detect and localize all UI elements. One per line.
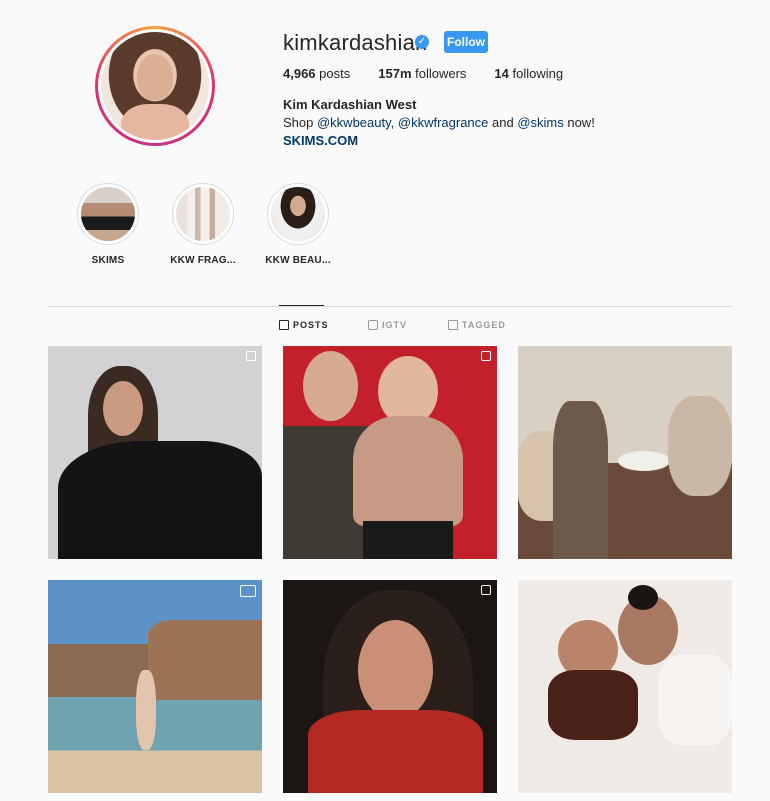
story-highlights: SKIMS KKW FRAG... KKW BEAU... bbox=[0, 183, 770, 273]
tab-posts[interactable]: POSTS bbox=[279, 320, 329, 330]
tagged-icon bbox=[448, 320, 458, 330]
follow-button[interactable]: Follow bbox=[444, 31, 488, 53]
carousel-icon bbox=[481, 351, 491, 361]
verified-badge-icon: ✓ bbox=[415, 35, 429, 49]
following-count[interactable]: 14 following bbox=[494, 66, 563, 81]
highlight-label: SKIMS bbox=[91, 255, 125, 266]
highlight-label: KKW FRAG... bbox=[170, 255, 236, 266]
tab-tagged[interactable]: TAGGED bbox=[448, 320, 506, 330]
posts-count: 4,966 posts bbox=[283, 66, 351, 81]
profile-stats: 4,966 posts 157m followers 14 following bbox=[283, 66, 591, 81]
grid-icon bbox=[279, 320, 289, 330]
profile-tabs: POSTS IGTV TAGGED bbox=[0, 320, 770, 334]
video-camera-icon bbox=[240, 585, 256, 597]
highlight-skims[interactable]: SKIMS bbox=[58, 183, 158, 266]
post-thumbnail[interactable] bbox=[518, 580, 732, 793]
followers-count[interactable]: 157m followers bbox=[378, 66, 466, 81]
website-link[interactable]: SKIMS.COM bbox=[283, 133, 358, 148]
carousel-icon bbox=[246, 351, 256, 361]
highlight-kkw-beauty[interactable]: KKW BEAU... bbox=[248, 183, 348, 266]
profile-avatar[interactable] bbox=[95, 26, 215, 146]
bio-text: Shop @kkwbeauty, @kkwfragrance and @skim… bbox=[283, 115, 595, 130]
post-thumbnail[interactable] bbox=[48, 580, 262, 793]
carousel-icon bbox=[481, 585, 491, 595]
bio-link-skims[interactable]: @skims bbox=[517, 115, 563, 130]
tab-igtv[interactable]: IGTV bbox=[368, 320, 407, 330]
highlight-kkw-fragrance[interactable]: KKW FRAG... bbox=[153, 183, 253, 266]
active-tab-indicator bbox=[279, 305, 324, 306]
igtv-icon bbox=[368, 320, 378, 330]
bio-link-kkwbeauty[interactable]: @kkwbeauty bbox=[317, 115, 391, 130]
profile-header: kimkardashian ✓ Follow 4,966 posts 157m … bbox=[0, 0, 770, 170]
highlight-label: KKW BEAU... bbox=[265, 255, 331, 266]
tabs-divider bbox=[48, 306, 732, 307]
post-thumbnail[interactable] bbox=[283, 580, 497, 793]
full-name: Kim Kardashian West bbox=[283, 97, 417, 112]
post-thumbnail[interactable] bbox=[518, 346, 732, 559]
bio-link-kkwfragrance[interactable]: @kkwfragrance bbox=[398, 115, 489, 130]
post-thumbnail[interactable] bbox=[48, 346, 262, 559]
username: kimkardashian bbox=[283, 30, 428, 55]
post-thumbnail[interactable] bbox=[283, 346, 497, 559]
